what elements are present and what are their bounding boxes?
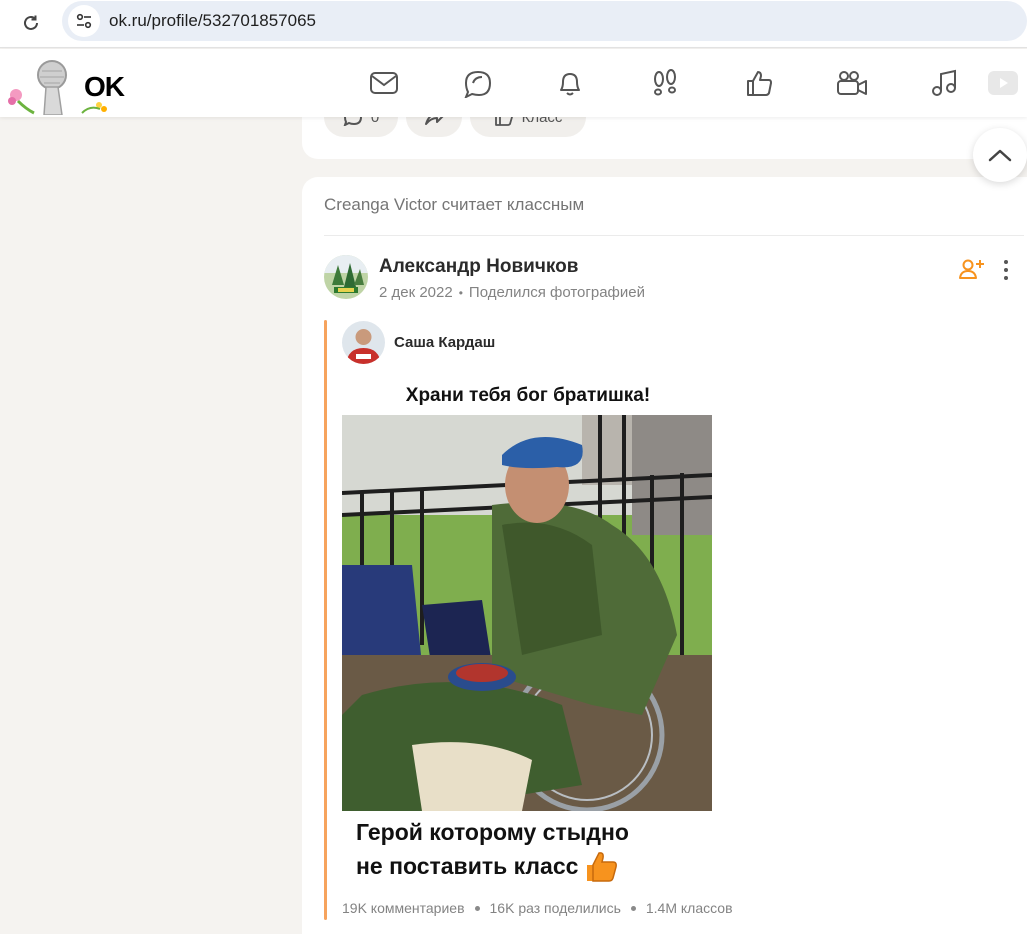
ok-header: OK bbox=[0, 49, 1027, 117]
ok-logo[interactable]: OK bbox=[4, 53, 128, 116]
site-settings-icon[interactable] bbox=[68, 5, 100, 37]
comments-count[interactable]: 19K комментариев bbox=[342, 900, 465, 916]
likes-count[interactable]: 1.4M классов bbox=[646, 900, 733, 916]
repost-indicator bbox=[324, 320, 327, 920]
divider bbox=[324, 235, 1024, 236]
add-friend-icon[interactable] bbox=[959, 257, 985, 281]
meme-bottom-line-2-wrap: не поставить класс bbox=[356, 849, 629, 883]
thumbs-up-emoji-icon bbox=[587, 852, 618, 882]
more-options-icon[interactable] bbox=[996, 257, 1016, 283]
feed-post-card: Creanga Victor считает классным Александ… bbox=[302, 177, 1027, 934]
repost-author-name[interactable]: Саша Кардаш bbox=[394, 334, 495, 351]
post-photo[interactable]: Храни тебя бог братишка! Герой которому … bbox=[342, 375, 714, 885]
repost-author-avatar[interactable] bbox=[342, 321, 385, 364]
footprints-icon[interactable] bbox=[648, 66, 682, 100]
meta-separator: • bbox=[458, 285, 463, 300]
photo-image bbox=[342, 415, 712, 811]
video-play-icon[interactable] bbox=[985, 66, 1019, 100]
meme-top-caption: Храни тебя бог братишка! bbox=[405, 385, 651, 406]
meme-bottom-line-2: не поставить класс bbox=[356, 853, 579, 879]
meme-bottom-line-1: Герой которому стыдно bbox=[356, 819, 629, 845]
bell-icon[interactable] bbox=[553, 66, 587, 100]
browser-toolbar: ok.ru/profile/532701857065 bbox=[0, 0, 1027, 48]
author-name[interactable]: Александр Новичков bbox=[379, 256, 578, 278]
post-action: Поделился фотографией bbox=[468, 284, 645, 301]
address-bar[interactable]: ok.ru/profile/532701857065 bbox=[62, 1, 1027, 41]
meme-bottom-caption: Герой которому стыдно не поставить класс bbox=[356, 815, 629, 883]
envelope-icon[interactable] bbox=[367, 66, 401, 100]
stats-separator bbox=[630, 905, 636, 911]
liked-by-text[interactable]: Creanga Victor считает классным bbox=[324, 195, 584, 215]
ok-logo-text: OK bbox=[84, 71, 125, 102]
scroll-to-top-button[interactable] bbox=[973, 128, 1027, 182]
stats-separator bbox=[474, 905, 480, 911]
thumbs-up-icon[interactable] bbox=[742, 66, 776, 100]
post-meta: 2 дек 2022 • Поделился фотографией bbox=[379, 284, 645, 301]
chevron-up-icon bbox=[988, 149, 1012, 162]
music-note-icon[interactable] bbox=[928, 66, 962, 100]
reload-icon[interactable] bbox=[18, 10, 44, 36]
video-camera-icon[interactable] bbox=[835, 66, 869, 100]
shares-count[interactable]: 16K раз поделились bbox=[490, 900, 621, 916]
chat-bubbles-icon[interactable] bbox=[461, 66, 495, 100]
post-stats: 19K комментариев 16K раз поделились 1.4M… bbox=[342, 900, 733, 916]
author-avatar[interactable] bbox=[324, 255, 368, 299]
url-text[interactable]: ok.ru/profile/532701857065 bbox=[109, 11, 316, 31]
post-date[interactable]: 2 дек 2022 bbox=[379, 284, 453, 301]
